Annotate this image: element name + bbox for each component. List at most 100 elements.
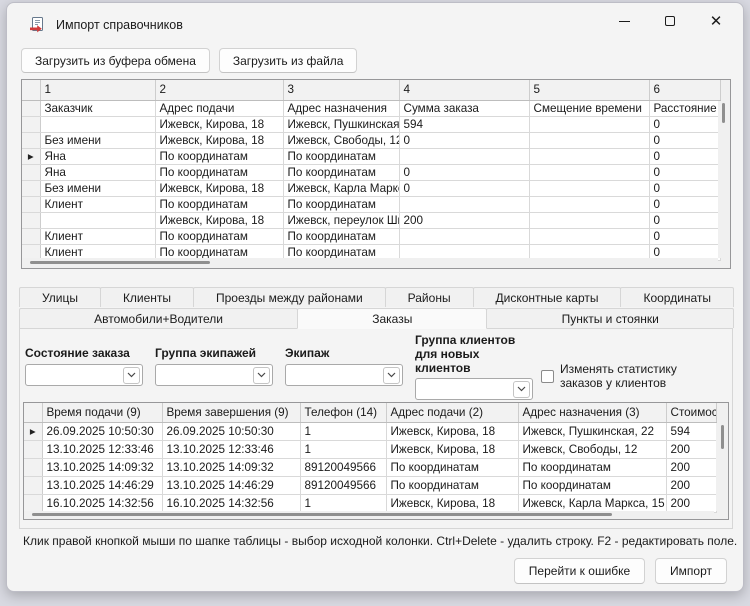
row-marker-cell[interactable] (22, 116, 41, 133)
cell-distance[interactable]: 0 (649, 212, 721, 229)
cell-end-time[interactable]: 13.10.2025 12:33:46 (162, 440, 301, 459)
table-row[interactable]: Яна По координатам По координатам 0 0 (22, 164, 721, 181)
tab[interactable]: Координаты (620, 287, 735, 307)
row-marker-cell[interactable] (22, 228, 41, 245)
filter-combobox[interactable] (415, 378, 533, 401)
cell-customer[interactable]: Клиент (40, 228, 156, 245)
chevron-down-icon[interactable] (253, 366, 270, 384)
cell-pickup-address[interactable]: Адрес подачи (155, 100, 284, 117)
cell-destination-address[interactable]: По координатам (283, 196, 400, 213)
chevron-down-icon[interactable] (383, 366, 400, 384)
close-button[interactable]: ✕ (693, 5, 739, 37)
cell-destination-address[interactable]: По координатам (283, 164, 400, 181)
cell-order-sum[interactable] (399, 228, 530, 245)
row-marker-cell[interactable] (24, 458, 43, 477)
row-marker-cell[interactable]: ▶ (22, 148, 41, 165)
row-marker-cell[interactable] (24, 440, 43, 459)
cell-pickup-address[interactable]: По координатам (155, 228, 284, 245)
cell-destination-address[interactable]: По координатам (283, 228, 400, 245)
cell-customer[interactable]: Без имени (40, 180, 156, 197)
cell-distance[interactable]: 0 (649, 148, 721, 165)
cell-distance[interactable]: 0 (649, 132, 721, 149)
orders-header-cell[interactable]: Стоимость (666, 403, 717, 423)
table-row[interactable]: Ижевск, Кирова, 18 Ижевск, Пушкинская, 2… (22, 116, 721, 133)
cell-cost[interactable]: 200 (666, 440, 717, 459)
table-row[interactable]: 13.10.2025 14:09:32 13.10.2025 14:09:32 … (24, 458, 717, 477)
tab[interactable]: Улицы (19, 287, 101, 307)
cell-start-time[interactable]: 13.10.2025 12:33:46 (42, 440, 163, 459)
minimize-button[interactable] (601, 5, 647, 37)
cell-phone[interactable]: 89120049566 (300, 458, 387, 477)
orders-header-cell[interactable]: Время завершения (9) (162, 403, 301, 423)
table-row[interactable]: Заказчик Адрес подачи Адрес назначения С… (22, 100, 721, 117)
cell-pickup-address[interactable]: По координатам (155, 148, 284, 165)
chevron-down-icon[interactable] (513, 380, 530, 398)
scrollbar-thumb[interactable] (32, 513, 612, 516)
cell-destination-address[interactable]: Ижевск, Пушкинская, 22 (518, 422, 667, 441)
tab[interactable]: Районы (384, 287, 474, 307)
cell-customer[interactable]: Без имени (40, 132, 156, 149)
row-marker-cell[interactable]: ▶ (24, 422, 43, 441)
import-button[interactable]: Импорт (655, 558, 727, 584)
cell-destination-address[interactable]: Ижевск, Карла Маркса, (283, 180, 400, 197)
row-marker-cell[interactable] (22, 100, 41, 117)
row-marker-cell[interactable] (22, 132, 41, 149)
table-row[interactable]: Клиент По координатам По координатам 0 (22, 196, 721, 213)
cell-customer[interactable] (40, 116, 156, 133)
table-row[interactable]: ▶ Яна По координатам По координатам 0 (22, 148, 721, 165)
cell-destination-address[interactable]: По координатам (283, 148, 400, 165)
cell-start-time[interactable]: 26.09.2025 10:50:30 (42, 422, 163, 441)
cell-pickup-address[interactable]: Ижевск, Кирова, 18 (155, 132, 284, 149)
cell-destination-address[interactable]: По координатам (518, 476, 667, 495)
cell-pickup-address[interactable]: Ижевск, Кирова, 18 (155, 212, 284, 229)
titlebar[interactable]: Импорт справочников ✕ (7, 3, 743, 45)
cell-distance[interactable]: 0 (649, 164, 721, 181)
filter-combobox[interactable] (155, 364, 273, 386)
orders-header-cell[interactable]: Телефон (14) (300, 403, 387, 423)
cell-start-time[interactable]: 13.10.2025 14:09:32 (42, 458, 163, 477)
table-row[interactable]: 16.10.2025 14:32:56 16.10.2025 14:32:56 … (24, 494, 717, 513)
cell-end-time[interactable]: 13.10.2025 14:09:32 (162, 458, 301, 477)
cell-distance[interactable]: 0 (649, 196, 721, 213)
cell-distance[interactable]: Расстояние по (649, 100, 721, 117)
column-number-header-cell[interactable]: 1 (40, 80, 156, 101)
cell-time-offset[interactable] (529, 148, 650, 165)
cell-cost[interactable]: 200 (666, 476, 717, 495)
cell-pickup-address[interactable]: Ижевск, Кирова, 18 (155, 180, 284, 197)
cell-order-sum[interactable]: 200 (399, 212, 530, 229)
cell-destination-address[interactable]: По координатам (518, 458, 667, 477)
cell-customer[interactable]: Яна (40, 164, 156, 181)
vertical-scrollbar[interactable] (716, 423, 728, 511)
cell-destination-address[interactable]: Ижевск, Пушкинская, 2 (283, 116, 400, 133)
cell-destination-address[interactable]: Адрес назначения (283, 100, 400, 117)
cell-destination-address[interactable]: Ижевск, Карла Маркса, 15 (518, 494, 667, 513)
tab[interactable]: Пункты и стоянки (486, 308, 734, 328)
cell-customer[interactable]: Заказчик (40, 100, 156, 117)
cell-destination-address[interactable]: Ижевск, Свободы, 12 (283, 132, 400, 149)
corner-header-cell[interactable] (22, 80, 41, 101)
tab[interactable]: Заказы (297, 308, 488, 329)
table-row[interactable]: 13.10.2025 12:33:46 13.10.2025 12:33:46 … (24, 440, 717, 459)
tab[interactable]: Клиенты (99, 287, 195, 307)
cell-end-time[interactable]: 26.09.2025 10:50:30 (162, 422, 301, 441)
row-marker-cell[interactable] (22, 212, 41, 229)
table-row[interactable]: ▶ 26.09.2025 10:50:30 26.09.2025 10:50:3… (24, 422, 717, 441)
cell-pickup-address[interactable]: По координатам (155, 196, 284, 213)
row-marker-cell[interactable] (24, 494, 43, 513)
cell-distance[interactable]: 0 (649, 180, 721, 197)
cell-cost[interactable]: 594 (666, 422, 717, 441)
row-marker-cell[interactable] (22, 196, 41, 213)
cell-time-offset[interactable] (529, 164, 650, 181)
cell-time-offset[interactable] (529, 180, 650, 197)
cell-distance[interactable]: 0 (649, 116, 721, 133)
orders-header-cell[interactable]: Адрес подачи (2) (386, 403, 519, 423)
tab[interactable]: Автомобили+Водители (19, 308, 299, 328)
cell-cost[interactable]: 200 (666, 458, 717, 477)
cell-end-time[interactable]: 16.10.2025 14:32:56 (162, 494, 301, 513)
vertical-scrollbar[interactable] (718, 101, 730, 258)
table-row[interactable]: Без имени Ижевск, Кирова, 18 Ижевск, Кар… (22, 180, 721, 197)
cell-time-offset[interactable] (529, 212, 650, 229)
cell-cost[interactable]: 200 (666, 494, 717, 513)
tab[interactable]: Дисконтные карты (472, 287, 622, 307)
filter-combobox[interactable] (285, 364, 403, 386)
